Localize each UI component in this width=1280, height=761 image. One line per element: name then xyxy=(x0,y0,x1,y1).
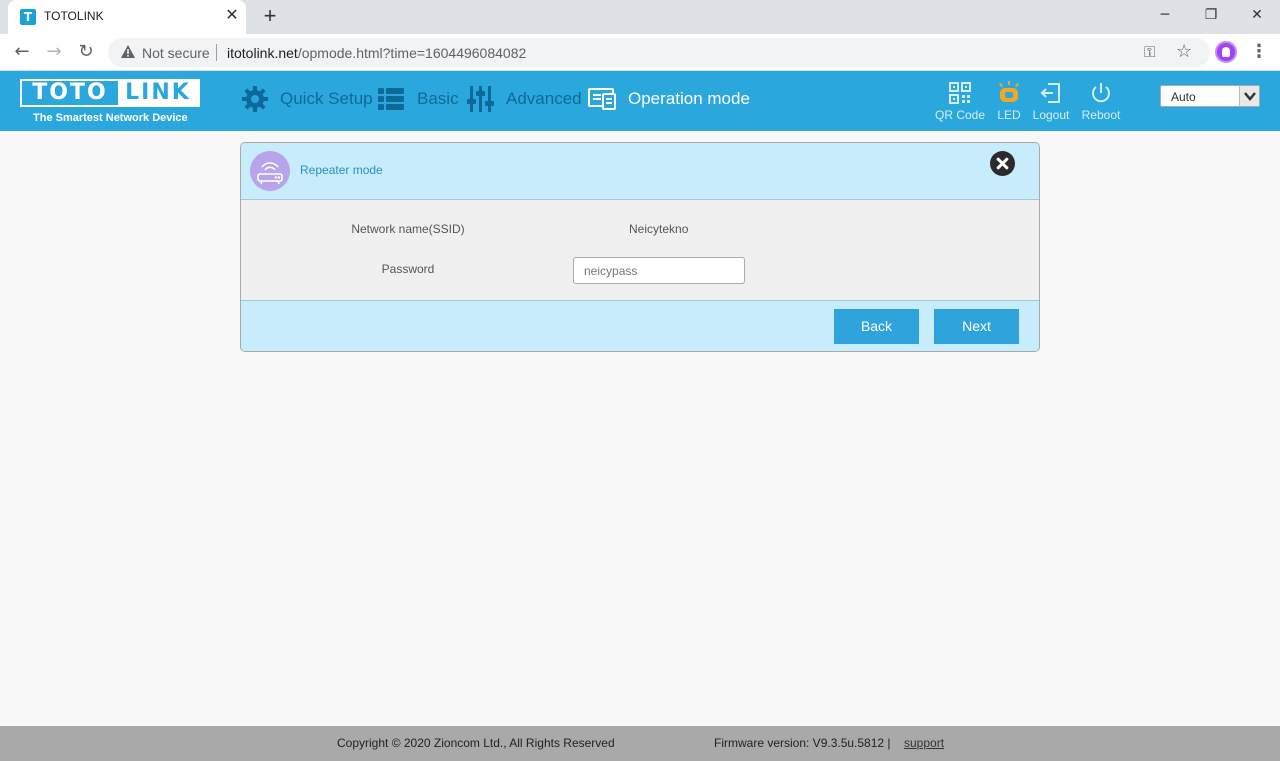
window-close-icon[interactable]: ✕ xyxy=(1234,0,1280,30)
gear-icon xyxy=(242,86,268,112)
not-secure-label: Not secure xyxy=(142,45,210,61)
nav-quick-setup[interactable]: Quick Setup xyxy=(242,85,373,115)
new-tab-icon[interactable]: + xyxy=(258,4,282,28)
password-label: Password xyxy=(381,262,435,276)
tab-close-icon[interactable]: ✕ xyxy=(224,7,240,25)
page-footer: Copyright © 2020 Zioncom Ltd., All Right… xyxy=(0,726,1280,761)
browser-toolbar: ← → ↻ Not secure itotolink.net/opmode.ht… xyxy=(0,34,1280,71)
nav-operation-mode[interactable]: Operation mode xyxy=(588,85,750,115)
logo-tagline: The Smartest Network Device xyxy=(33,112,188,124)
firmware-version: Firmware version: V9.3.5u.5812 | xyxy=(714,736,891,750)
more-menu-icon[interactable]: ⋮ xyxy=(1250,39,1268,65)
totolink-favicon-icon: T xyxy=(20,9,36,25)
reload-icon[interactable]: ↻ xyxy=(73,39,99,65)
ssid-label: Network name(SSID) xyxy=(351,222,465,236)
dialog-header: Repeater mode xyxy=(241,143,1039,200)
led-bulb-icon xyxy=(998,81,1020,102)
dialog-title: Repeater mode xyxy=(300,163,383,177)
browser-tab[interactable]: T TOTOLINK ✕ xyxy=(8,0,246,34)
router-icon xyxy=(250,151,290,191)
bookmark-star-icon[interactable]: ☆ xyxy=(1176,41,1192,62)
url-separator xyxy=(216,44,217,61)
url-text: itotolink.net/opmode.html?time=160449608… xyxy=(227,45,527,61)
nav-advanced[interactable]: Advanced xyxy=(467,85,582,115)
dialog-body: Network name(SSID) Neicytekno Password xyxy=(241,201,1039,300)
totolink-logo[interactable]: TOTO LINK xyxy=(20,79,200,107)
power-icon xyxy=(1092,83,1110,103)
password-field[interactable] xyxy=(573,257,745,284)
logout-icon xyxy=(1040,83,1060,103)
tab-title: TOTOLINK xyxy=(44,9,104,23)
ssid-value: Neicytekno xyxy=(629,222,689,236)
support-link[interactable]: support xyxy=(904,736,944,750)
nav-basic[interactable]: Basic xyxy=(378,85,459,115)
language-select[interactable]: Auto xyxy=(1160,85,1260,107)
back-button[interactable]: Back xyxy=(834,309,919,344)
key-icon[interactable]: ⚿ xyxy=(1144,43,1155,61)
browser-tab-bar: T TOTOLINK ✕ + ─ ❐ ✕ xyxy=(0,0,1280,34)
qr-code-icon xyxy=(949,82,971,104)
copyright-text: Copyright © 2020 Zioncom Ltd., All Right… xyxy=(337,736,615,750)
profile-avatar-icon[interactable] xyxy=(1215,41,1237,63)
logout-button[interactable]: Logout xyxy=(1030,81,1072,127)
chevron-down-icon xyxy=(1239,86,1259,106)
qr-code-button[interactable]: QR Code xyxy=(934,81,986,127)
next-button[interactable]: Next xyxy=(934,309,1019,344)
list-icon xyxy=(378,88,404,110)
led-button[interactable]: LED xyxy=(992,81,1026,127)
router-header: TOTO LINK The Smartest Network Device Qu… xyxy=(0,71,1280,131)
forward-arrow-icon[interactable]: → xyxy=(41,39,67,65)
minimize-icon[interactable]: ─ xyxy=(1142,0,1188,30)
dialog-footer: Back Next xyxy=(241,300,1039,351)
back-arrow-icon[interactable]: ← xyxy=(9,39,35,65)
address-bar[interactable]: Not secure itotolink.net/opmode.html?tim… xyxy=(108,38,1210,67)
reboot-button[interactable]: Reboot xyxy=(1078,81,1124,127)
sliders-icon xyxy=(467,86,494,112)
close-icon[interactable] xyxy=(990,151,1015,176)
repeater-mode-dialog: Repeater mode Network name(SSID) Neicyte… xyxy=(240,142,1040,352)
operation-mode-icon xyxy=(588,88,616,110)
restore-icon[interactable]: ❐ xyxy=(1188,0,1234,30)
warning-icon xyxy=(121,45,135,58)
